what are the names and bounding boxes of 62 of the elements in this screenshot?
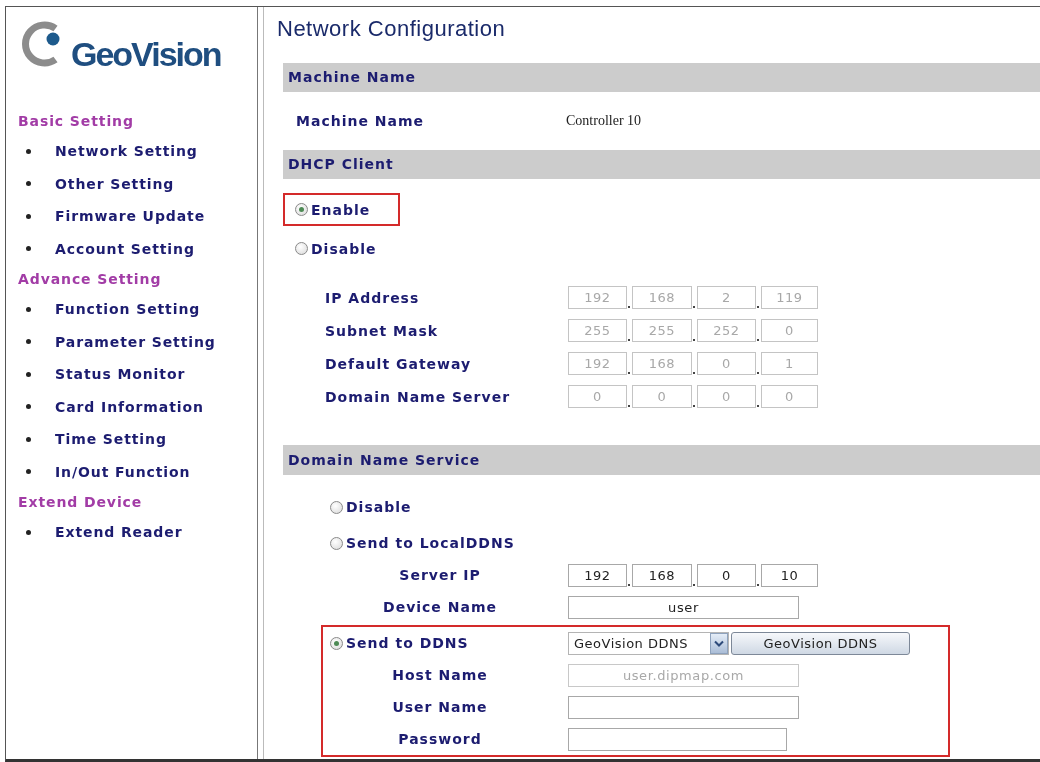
radio-icon[interactable] bbox=[330, 536, 343, 550]
caret-icon bbox=[710, 632, 728, 654]
sidebar-heading: Advance Setting bbox=[18, 270, 163, 289]
radio-option[interactable]: Disable bbox=[295, 240, 377, 257]
ip-octet-field[interactable]: 168 bbox=[632, 563, 692, 587]
radio-icon[interactable] bbox=[295, 203, 308, 216]
radio-option[interactable]: Send to LocalDDNS bbox=[330, 535, 515, 551]
bullet-icon bbox=[26, 246, 31, 252]
ip-octet-field[interactable]: 192 bbox=[568, 563, 627, 587]
bullet-icon bbox=[26, 371, 31, 377]
sidebar-link[interactable]: Time Setting bbox=[55, 431, 167, 448]
sidebar-link[interactable]: Network Setting bbox=[55, 143, 198, 160]
field-label: Subnet Mask bbox=[325, 322, 440, 339]
section-header: Domain Name Service bbox=[283, 445, 1040, 475]
sidebar-link[interactable]: Other Setting bbox=[55, 175, 175, 192]
field-label: Server IP bbox=[398, 567, 482, 583]
radio-icon[interactable] bbox=[330, 636, 343, 650]
bullet-icon bbox=[26, 213, 31, 219]
bullet-icon bbox=[26, 436, 31, 442]
provider-button[interactable]: GeoVision DDNS bbox=[731, 631, 910, 655]
ip-octet-field[interactable]: 0 bbox=[697, 563, 756, 587]
ip-octet-field[interactable]: 10 bbox=[761, 563, 818, 587]
sidebar-link[interactable]: Status Monitor bbox=[55, 366, 186, 383]
bullet-icon bbox=[26, 339, 31, 345]
bullet-icon bbox=[26, 469, 31, 475]
field-label: User Name bbox=[391, 699, 489, 715]
sidebar-link[interactable]: Account Setting bbox=[55, 240, 195, 257]
password-field[interactable] bbox=[568, 727, 787, 751]
sidebar-link[interactable]: Card Information bbox=[55, 398, 204, 415]
bullet-icon bbox=[26, 306, 31, 312]
radio-option[interactable]: Enable bbox=[295, 201, 371, 218]
logo-text: GeoVision bbox=[71, 37, 221, 71]
radio-option[interactable]: Disable bbox=[330, 499, 412, 515]
field-label: Machine Name bbox=[296, 113, 426, 129]
field-label: Domain Name Server bbox=[325, 388, 512, 405]
sidebar-link[interactable]: Parameter Setting bbox=[55, 333, 216, 350]
sidebar-heading: Extend Device bbox=[18, 493, 144, 512]
sidebar-link[interactable]: Extend Reader bbox=[55, 524, 183, 541]
provider-select[interactable]: GeoVision DDNS bbox=[568, 631, 729, 655]
field-label: Host Name bbox=[391, 667, 489, 683]
field-label: IP Address bbox=[325, 289, 421, 306]
text-field[interactable]: user bbox=[568, 595, 799, 619]
field-value: Controller 10 bbox=[566, 113, 642, 129]
logo-icon bbox=[22, 20, 62, 68]
bullet-icon bbox=[26, 148, 31, 154]
field-label: Device Name bbox=[382, 599, 498, 615]
bullet-icon bbox=[26, 529, 31, 535]
section-header: Machine Name bbox=[283, 63, 1040, 92]
page-title: Network Configuration bbox=[277, 15, 507, 43]
radio-icon[interactable] bbox=[330, 500, 343, 514]
sidebar-link[interactable]: Firmware Update bbox=[55, 208, 206, 225]
field-label: Default Gateway bbox=[325, 355, 473, 372]
sidebar-link[interactable]: Function Setting bbox=[55, 301, 201, 318]
sidebar-link[interactable]: In/Out Function bbox=[55, 463, 191, 480]
field-label: Password bbox=[397, 731, 483, 747]
text-field[interactable] bbox=[568, 695, 799, 719]
bullet-icon bbox=[26, 404, 31, 410]
section-header: DHCP Client bbox=[283, 150, 1040, 179]
sidebar-heading: Basic Setting bbox=[18, 112, 135, 131]
radio-option[interactable]: Send to DDNS bbox=[330, 635, 469, 651]
radio-icon[interactable] bbox=[295, 242, 308, 255]
bullet-icon bbox=[26, 181, 31, 187]
